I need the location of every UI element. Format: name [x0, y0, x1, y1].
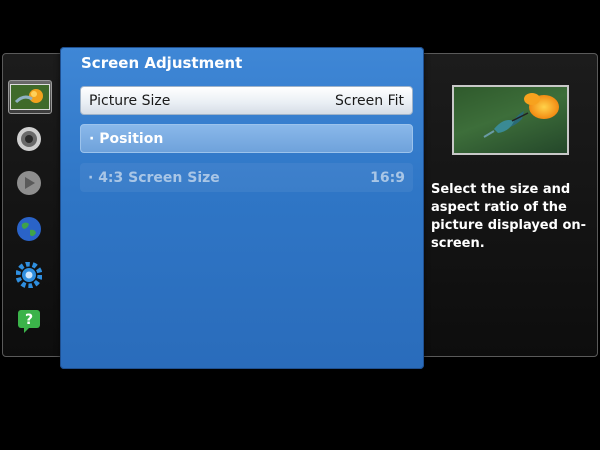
picture-size-label: Picture Size — [89, 92, 171, 109]
position-item[interactable]: · Position — [80, 124, 413, 153]
system-gear-icon[interactable] — [12, 260, 46, 290]
preview-thumbnail — [452, 85, 569, 155]
network-globe-icon[interactable] — [12, 214, 46, 244]
help-description: Select the size and aspect ratio of the … — [431, 182, 587, 251]
picture-size-item[interactable]: Picture Size Screen Fit — [80, 86, 413, 115]
screen-adjustment-menu: Screen Adjustment Picture Size Screen Fi… — [60, 47, 424, 369]
broadcast-icon[interactable] — [12, 168, 46, 198]
menu-title: Screen Adjustment — [81, 54, 243, 72]
category-sidebar: ? — [6, 76, 56, 346]
svg-text:?: ? — [25, 312, 33, 328]
picture-icon[interactable] — [8, 80, 52, 114]
four-three-screen-size-label: · 4:3 Screen Size — [88, 169, 220, 186]
position-label: · Position — [89, 130, 164, 147]
four-three-screen-size-item: · 4:3 Screen Size 16:9 — [80, 163, 413, 192]
four-three-screen-size-value: 16:9 — [370, 169, 405, 186]
support-help-icon[interactable]: ? — [12, 306, 46, 336]
sound-icon[interactable] — [12, 124, 46, 154]
picture-size-value: Screen Fit — [335, 92, 404, 109]
